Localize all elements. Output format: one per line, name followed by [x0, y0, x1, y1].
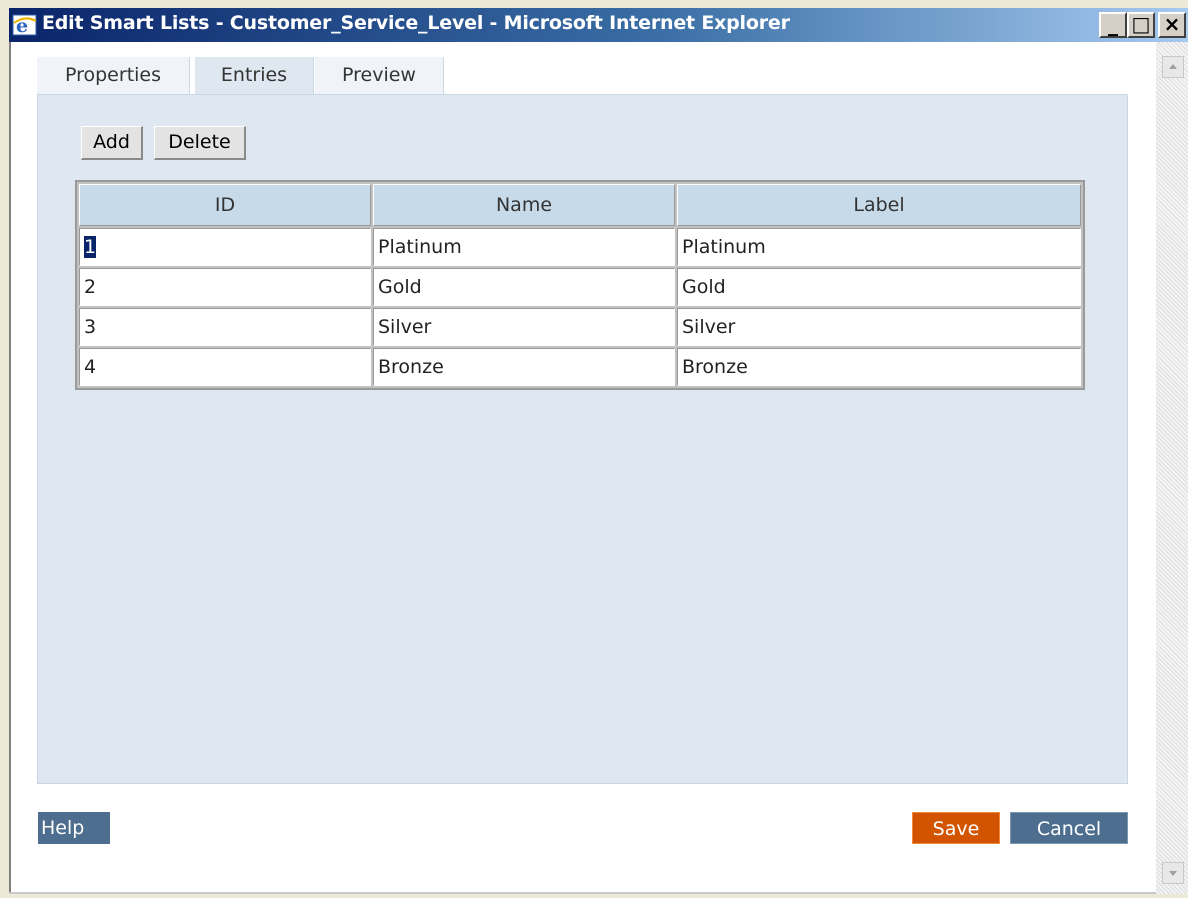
delete-button[interactable]: Delete	[154, 126, 246, 160]
vertical-scrollbar[interactable]	[1156, 42, 1188, 894]
label-cell[interactable]: Silver	[677, 308, 1081, 346]
ie-window: e Edit Smart Lists - Customer_Service_Le…	[0, 0, 1188, 898]
tab-entries[interactable]: Entries	[195, 57, 314, 95]
column-header-id[interactable]: ID	[79, 184, 371, 226]
add-button[interactable]: Add	[81, 126, 143, 160]
table-row[interactable]: 3 Silver Silver	[79, 308, 1081, 346]
tab-properties[interactable]: Properties	[37, 57, 190, 95]
title-bar[interactable]: e Edit Smart Lists - Customer_Service_Le…	[9, 8, 1188, 42]
name-cell[interactable]: Bronze	[373, 348, 675, 386]
column-header-name[interactable]: Name	[373, 184, 675, 226]
window-title: Edit Smart Lists - Customer_Service_Leve…	[42, 12, 790, 34]
table-row[interactable]: 2 Gold Gold	[79, 268, 1081, 306]
maximize-button[interactable]: □	[1127, 12, 1155, 38]
maximize-icon: □	[1131, 12, 1151, 36]
minimize-icon: _	[1108, 12, 1118, 36]
selected-id-value[interactable]: 1	[84, 236, 97, 258]
window-bottom-border	[9, 892, 1156, 894]
entries-table: ID Name Label 1 Platinum Platinum 2 Gold…	[75, 180, 1085, 390]
name-cell[interactable]: Gold	[373, 268, 675, 306]
tab-label: Properties	[64, 64, 162, 86]
label-cell[interactable]: Platinum	[677, 228, 1081, 266]
close-button[interactable]: ×	[1158, 12, 1186, 38]
table-row[interactable]: 4 Bronze Bronze	[79, 348, 1081, 386]
label-cell[interactable]: Gold	[677, 268, 1081, 306]
ie-logo-icon: e	[12, 14, 37, 37]
close-icon: ×	[1163, 12, 1181, 36]
id-cell[interactable]: 4	[79, 348, 371, 386]
minimize-button[interactable]: _	[1099, 12, 1127, 38]
id-cell[interactable]: 2	[79, 268, 371, 306]
table-header-row: ID Name Label	[79, 184, 1081, 226]
arrow-up-icon	[1169, 64, 1177, 69]
save-button[interactable]: Save	[912, 812, 1000, 844]
scroll-down-button[interactable]	[1162, 862, 1184, 884]
id-cell[interactable]: 1	[79, 228, 371, 266]
name-cell[interactable]: Platinum	[373, 228, 675, 266]
label-cell[interactable]: Bronze	[677, 348, 1081, 386]
help-button[interactable]: Help	[38, 812, 110, 844]
tab-label: Entries	[220, 64, 288, 86]
id-cell[interactable]: 3	[79, 308, 371, 346]
cancel-button[interactable]: Cancel	[1010, 812, 1128, 844]
tab-preview[interactable]: Preview	[315, 57, 444, 95]
column-header-label[interactable]: Label	[677, 184, 1081, 226]
arrow-down-icon	[1169, 871, 1177, 876]
table-row[interactable]: 1 Platinum Platinum	[79, 228, 1081, 266]
name-cell[interactable]: Silver	[373, 308, 675, 346]
scroll-up-button[interactable]	[1162, 56, 1184, 78]
window-left-border	[9, 42, 11, 894]
tab-label: Preview	[342, 64, 416, 86]
